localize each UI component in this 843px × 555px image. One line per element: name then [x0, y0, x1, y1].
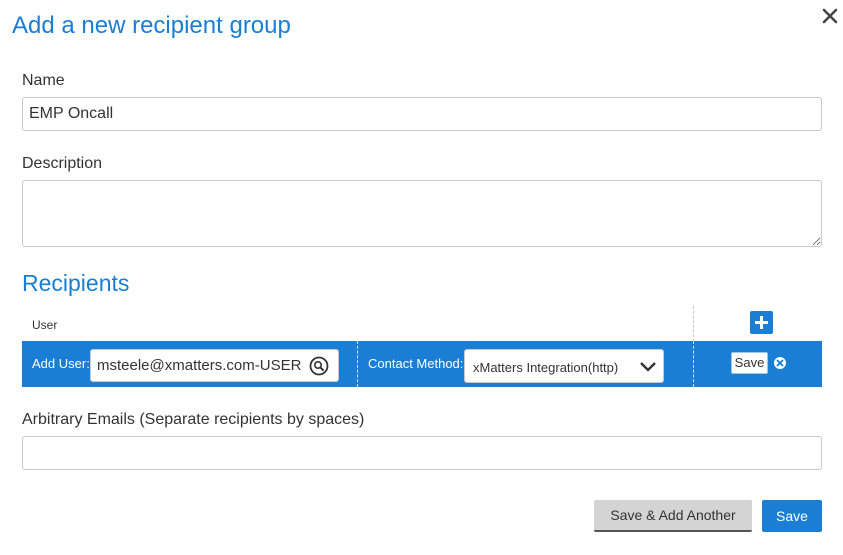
chevron-down-icon	[640, 362, 656, 372]
row-divider	[693, 341, 694, 387]
name-label: Name	[22, 72, 65, 89]
remove-circle-icon[interactable]	[773, 356, 787, 370]
dialog-title: Add a new recipient group	[12, 12, 291, 39]
recipients-title: Recipients	[22, 270, 130, 296]
name-input[interactable]	[22, 97, 822, 131]
contact-method-label: Contact Method:	[368, 356, 464, 371]
recipient-row: Add User: Contact Method: xMatters Integ…	[22, 341, 822, 387]
search-icon[interactable]	[309, 356, 329, 376]
add-recipient-button[interactable]	[750, 311, 773, 334]
close-icon[interactable]	[818, 4, 842, 28]
add-user-label: Add User:	[32, 356, 90, 371]
arbitrary-emails-label: Arbitrary Emails (Separate recipients by…	[22, 411, 365, 428]
arbitrary-emails-input[interactable]	[22, 436, 822, 470]
contact-method-select[interactable]: xMatters Integration(http)	[464, 349, 664, 383]
contact-method-value: xMatters Integration(http)	[473, 360, 619, 375]
save-and-add-another-button[interactable]: Save & Add Another	[594, 500, 752, 532]
row-divider	[357, 341, 358, 387]
add-user-input[interactable]	[90, 349, 339, 382]
save-button[interactable]: Save	[762, 500, 822, 532]
user-column-header: User	[32, 318, 58, 332]
description-textarea[interactable]	[22, 180, 822, 247]
column-divider	[693, 306, 694, 342]
description-label: Description	[22, 155, 103, 172]
row-save-button[interactable]: Save	[731, 352, 768, 374]
